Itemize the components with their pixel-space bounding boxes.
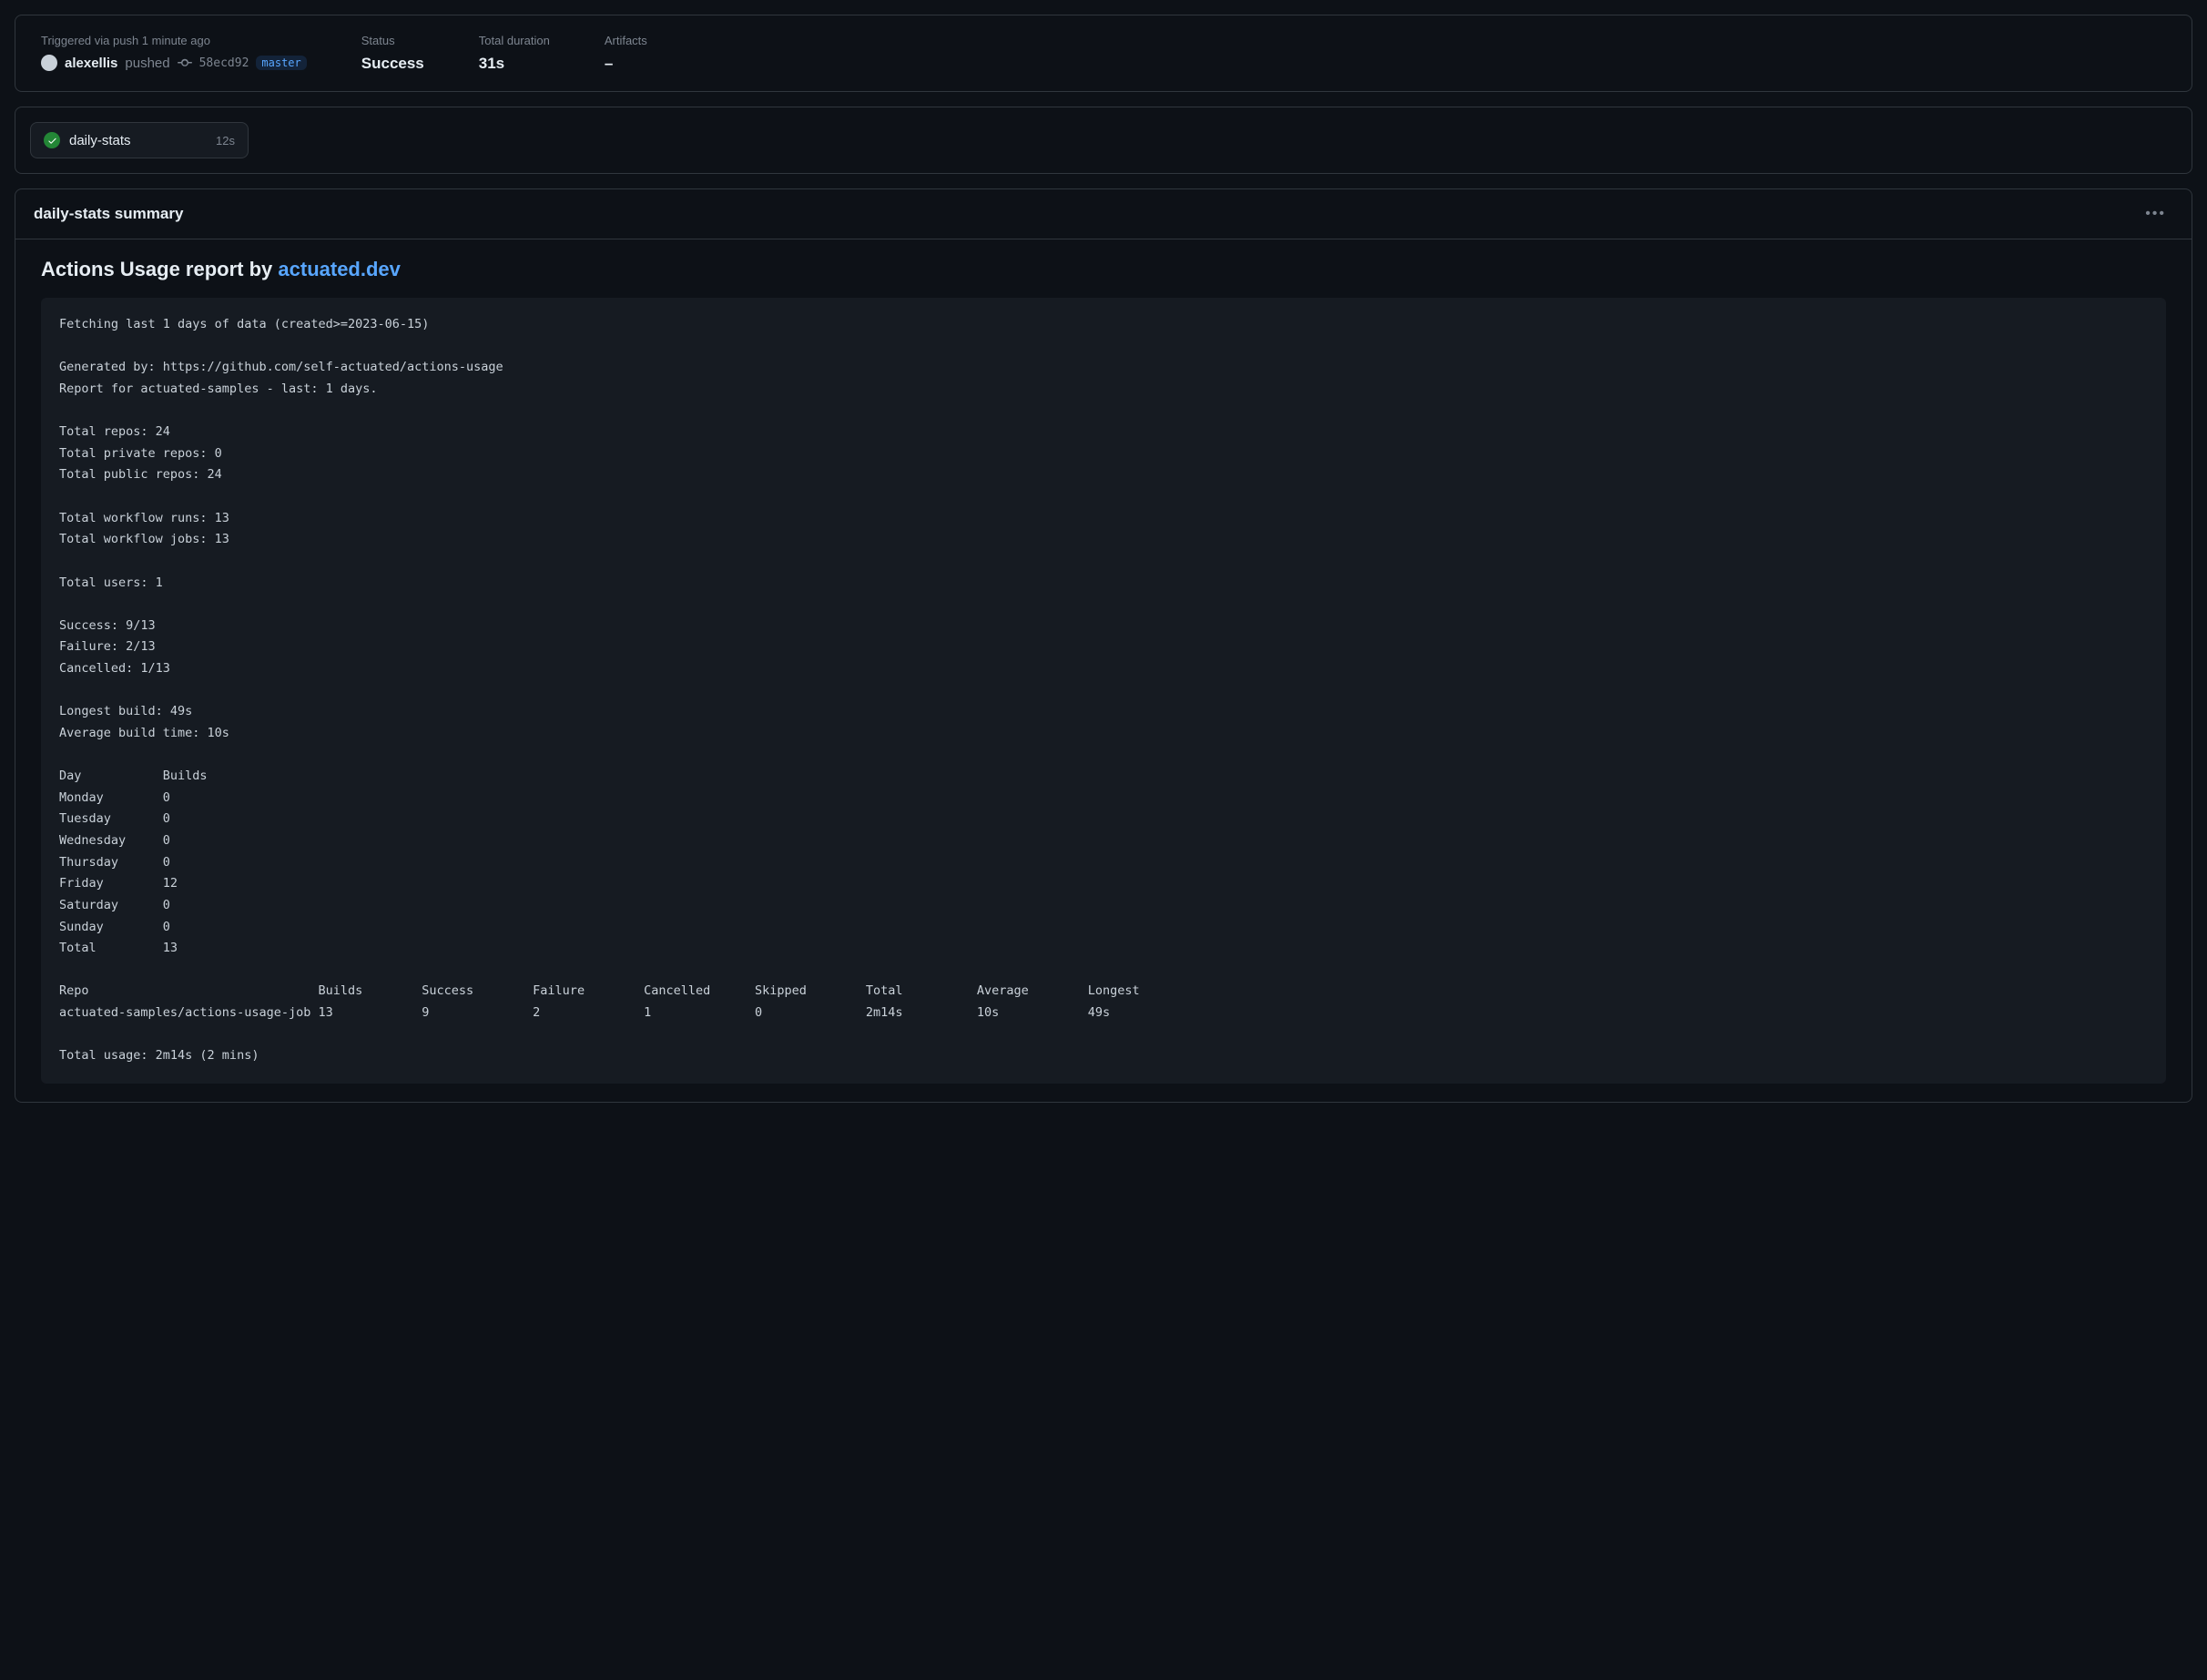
pushed-verb: pushed: [125, 56, 169, 71]
report-heading: Actions Usage report by actuated.dev: [41, 258, 2166, 281]
job-chip-daily-stats[interactable]: daily-stats 12s: [30, 122, 249, 158]
artifacts-value: –: [605, 55, 647, 73]
jobs-panel: daily-stats 12s: [15, 107, 2192, 174]
status-column: Status Success: [361, 34, 424, 73]
report-code-block: Fetching last 1 days of data (created>=2…: [41, 298, 2166, 1084]
summary-panel: daily-stats summary ••• Actions Usage re…: [15, 188, 2192, 1103]
trigger-label: Triggered via push 1 minute ago: [41, 34, 307, 47]
branch-badge[interactable]: master: [256, 56, 306, 70]
status-value: Success: [361, 55, 424, 73]
duration-column: Total duration 31s: [479, 34, 550, 73]
report-heading-link[interactable]: actuated.dev: [278, 258, 401, 280]
commit-icon: [178, 56, 192, 70]
run-header: Triggered via push 1 minute ago alexelli…: [15, 15, 2192, 92]
summary-menu-button[interactable]: •••: [2138, 202, 2173, 226]
report-heading-prefix: Actions Usage report by: [41, 258, 278, 280]
artifacts-column: Artifacts –: [605, 34, 647, 73]
duration-value[interactable]: 31s: [479, 55, 550, 73]
actor-avatar[interactable]: [41, 55, 57, 71]
summary-header: daily-stats summary •••: [15, 189, 2192, 239]
job-duration: 12s: [216, 134, 235, 148]
status-label: Status: [361, 34, 424, 47]
kebab-icon: •••: [2145, 206, 2166, 221]
actor-name[interactable]: alexellis: [65, 56, 117, 71]
job-chip-left: daily-stats: [44, 132, 131, 148]
success-icon: [44, 132, 60, 148]
artifacts-label: Artifacts: [605, 34, 647, 47]
pushed-line: alexellis pushed 58ecd92 master: [41, 55, 307, 71]
duration-label: Total duration: [479, 34, 550, 47]
commit-sha[interactable]: 58ecd92: [199, 56, 249, 70]
summary-title: daily-stats summary: [34, 205, 183, 223]
summary-body: Actions Usage report by actuated.dev Fet…: [15, 239, 2192, 1102]
trigger-column: Triggered via push 1 minute ago alexelli…: [41, 34, 307, 73]
job-name: daily-stats: [69, 133, 131, 148]
